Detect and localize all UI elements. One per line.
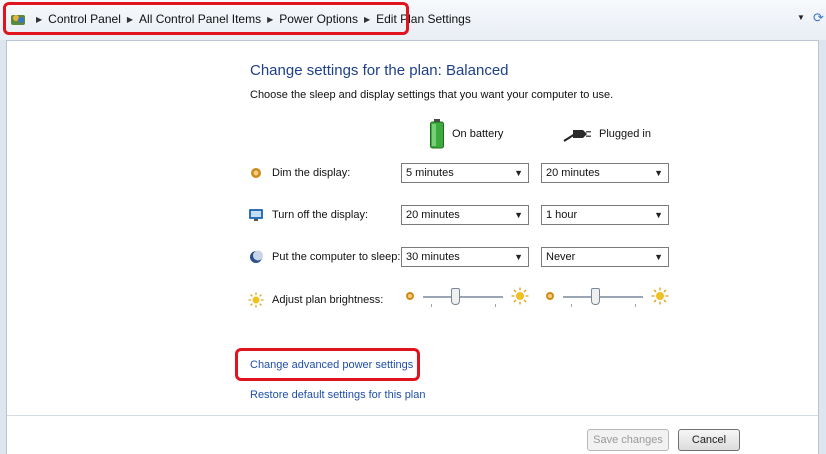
cancel-button[interactable]: Cancel [678,429,740,451]
sleep-battery-select[interactable]: 30 minutes ▼ [401,247,529,267]
left-frame [0,40,7,454]
slider-tick [571,304,572,307]
save-changes-button[interactable]: Save changes [587,429,669,451]
dim-display-battery-value: 5 minutes [406,167,454,179]
dim-display-label: Dim the display: [272,167,351,179]
sleep-battery-value: 30 minutes [406,251,460,263]
row-turn-off-display: Turn off the display: [248,205,368,225]
bright-sun-icon [651,287,669,305]
sleep-plugged-value: Never [546,251,576,263]
sun-icon [248,292,264,308]
turn-off-display-battery-value: 20 minutes [406,209,460,221]
chevron-down-icon: ▼ [654,210,663,220]
highlight-box-address [3,2,409,35]
column-header-plugged: Plugged in [563,117,651,151]
brightness-label: Adjust plan brightness: [272,294,384,306]
turn-off-display-plugged-value: 1 hour [546,209,578,221]
slider-tick [635,304,636,307]
column-header-battery: On battery [430,117,503,151]
chevron-down-icon: ▼ [654,252,663,262]
row-dim-display: Dim the display: [248,163,350,183]
plug-icon [563,130,591,142]
highlight-box-advanced-link [235,348,420,381]
chevron-down-icon: ▼ [514,210,523,220]
slider-tick [431,304,432,307]
divider [7,415,818,416]
chevron-down-icon: ▼ [654,168,663,178]
brightness-battery-slider[interactable] [405,286,535,308]
slider-thumb[interactable] [450,288,460,305]
brightness-plugged-slider[interactable] [545,286,675,308]
moon-icon [248,249,264,265]
slider-track [563,296,643,298]
page-title: Change settings for the plan: Balanced [250,62,509,79]
row-sleep: Put the computer to sleep: [248,247,400,267]
slider-thumb[interactable] [590,288,600,305]
refresh-icon[interactable]: ⟳ [813,10,826,26]
chevron-down-icon: ▼ [514,168,523,178]
restore-defaults-link[interactable]: Restore default settings for this plan [250,389,425,401]
dim-display-battery-select[interactable]: 5 minutes ▼ [401,163,529,183]
chevron-down-icon: ▼ [514,252,523,262]
dim-sun-icon [406,292,414,300]
slider-tick [495,304,496,307]
dim-sun-icon [546,292,554,300]
turn-off-display-label: Turn off the display: [272,209,368,221]
plugged-label: Plugged in [599,128,651,140]
page-subtitle: Choose the sleep and display settings th… [250,89,614,101]
dim-display-plugged-select[interactable]: 20 minutes ▼ [541,163,669,183]
sleep-label: Put the computer to sleep: [272,251,401,263]
turn-off-display-plugged-select[interactable]: 1 hour ▼ [541,205,669,225]
bright-sun-icon [511,287,529,305]
turn-off-display-battery-select[interactable]: 20 minutes ▼ [401,205,529,225]
sleep-plugged-select[interactable]: Never ▼ [541,247,669,267]
slider-track [423,296,503,298]
row-brightness: Adjust plan brightness: [248,290,383,310]
dim-display-plugged-value: 20 minutes [546,167,600,179]
battery-label: On battery [452,128,504,140]
address-dropdown-icon[interactable]: ▼ [797,13,805,22]
monitor-icon [248,207,264,223]
battery-icon [430,119,444,149]
dim-display-icon [248,165,264,181]
right-frame [818,40,826,454]
